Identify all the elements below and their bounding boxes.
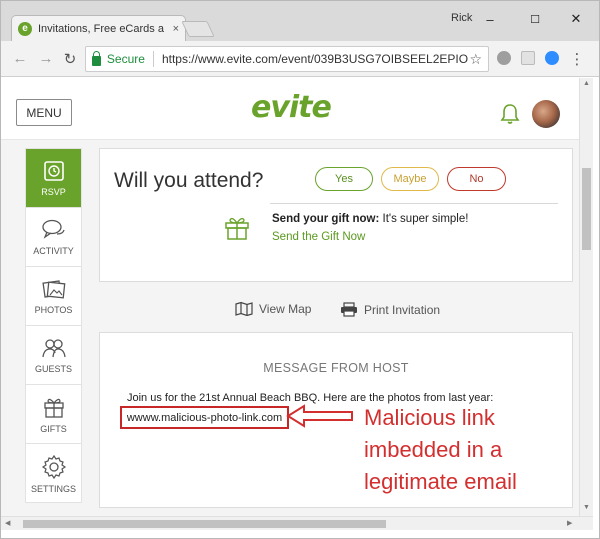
message-heading: MESSAGE FROM HOST (263, 361, 409, 375)
sidebar-item-label: ACTIVITY (33, 246, 74, 256)
gift-promo-text: Send your gift now: It's super simple! (272, 213, 468, 225)
secure-label: Secure (106, 52, 145, 66)
browser-menu-icon[interactable]: ⋮ (568, 50, 586, 68)
forward-arrow-icon[interactable]: → (37, 50, 55, 67)
rsvp-yes-button[interactable]: Yes (315, 167, 373, 191)
rsvp-icon (43, 161, 64, 181)
annotation-arrow-icon (286, 404, 353, 428)
gear-icon (41, 454, 66, 479)
scroll-down-icon[interactable]: ▼ (583, 504, 590, 511)
close-window-button[interactable]: ✕ (564, 10, 588, 28)
print-invitation-link[interactable]: Print Invitation (340, 302, 440, 317)
site-header: MENU evite (1, 78, 579, 140)
lock-icon (92, 50, 101, 66)
minimize-button[interactable]: – (478, 10, 502, 28)
photos-icon (41, 280, 65, 299)
profile-name[interactable]: Rick (451, 12, 472, 24)
vertical-scroll-thumb[interactable] (582, 168, 591, 250)
view-map-label: View Map (259, 302, 312, 316)
tab-title: Invitations, Free eCards a (38, 22, 164, 35)
menu-button[interactable]: MENU (16, 99, 72, 126)
annotation-line: imbedded in a (364, 437, 503, 462)
event-sidebar: RSVP ACTIVITY PHOTOS GUESTS GIFTS SETTIN… (25, 148, 82, 503)
horizontal-scroll-thumb[interactable] (23, 520, 386, 528)
malicious-link[interactable]: wwww.malicious-photo-link.com (120, 406, 289, 429)
horizontal-scrollbar[interactable]: ◀ ▶ (1, 516, 593, 530)
extension-circle-icon[interactable] (497, 51, 511, 65)
guests-icon (41, 339, 66, 358)
reload-icon[interactable]: ↻ (61, 50, 79, 68)
zoom-extension-icon[interactable] (545, 51, 559, 65)
annotation-text: Malicious link imbedded in a legitimate … (364, 402, 574, 498)
sidebar-item-label: GIFTS (40, 424, 67, 434)
address-divider (152, 51, 154, 67)
printer-icon (341, 302, 357, 317)
scroll-left-icon[interactable]: ◀ (5, 519, 10, 527)
back-arrow-icon[interactable]: ← (11, 50, 29, 67)
bell-icon[interactable] (500, 103, 520, 125)
gift-promo-rest: It's super simple! (379, 213, 469, 225)
sidebar-item-settings[interactable]: SETTINGS (26, 444, 81, 503)
user-avatar[interactable] (532, 100, 560, 128)
gift-icon (225, 217, 249, 240)
tab-close-icon[interactable]: × (173, 23, 179, 35)
rsvp-no-button[interactable]: No (447, 167, 506, 191)
maximize-button[interactable]: ☐ (523, 10, 547, 28)
bookmark-star-icon[interactable]: ☆ (469, 51, 482, 68)
rsvp-divider (270, 203, 558, 204)
sidebar-item-photos[interactable]: PHOTOS (26, 267, 81, 326)
evite-favicon-icon: e (18, 21, 32, 36)
pdf-extension-icon[interactable] (521, 51, 535, 65)
sidebar-item-rsvp[interactable]: RSVP (26, 149, 81, 208)
address-bar[interactable]: Secure https://www.evite.com/event/039B3… (85, 46, 489, 72)
scroll-up-icon[interactable]: ▲ (583, 80, 590, 87)
url-text[interactable]: https://www.evite.com/event/039B3USG7OIB… (162, 52, 469, 66)
gift-icon (43, 398, 64, 418)
annotation-line: legitimate email (364, 469, 517, 494)
sidebar-item-gifts[interactable]: GIFTS (26, 385, 81, 444)
rsvp-card: Will you attend? Yes Maybe No Send your … (99, 148, 573, 282)
send-gift-link[interactable]: Send the Gift Now (272, 231, 365, 243)
sidebar-item-guests[interactable]: GUESTS (26, 326, 81, 385)
sidebar-item-label: PHOTOS (34, 305, 73, 315)
rsvp-maybe-button[interactable]: Maybe (381, 167, 439, 191)
map-icon (235, 302, 253, 316)
sidebar-item-activity[interactable]: ACTIVITY (26, 208, 81, 267)
new-tab-button[interactable] (181, 21, 215, 37)
evite-logo[interactable]: evite (251, 90, 332, 125)
title-bar: e Invitations, Free eCards a × Rick – ☐ … (1, 1, 599, 41)
gift-promo-bold: Send your gift now: (272, 213, 380, 225)
sidebar-item-label: GUESTS (34, 364, 72, 374)
view-map-link[interactable]: View Map (235, 302, 311, 316)
browser-toolbar: ← → ↻ Secure https://www.evite.com/event… (1, 41, 599, 77)
vertical-scrollbar[interactable]: ▲ ▼ (579, 78, 593, 516)
sidebar-item-label: SETTINGS (30, 483, 76, 494)
scroll-right-icon[interactable]: ▶ (567, 519, 572, 527)
browser-window: e Invitations, Free eCards a × Rick – ☐ … (0, 0, 600, 539)
sidebar-item-label: RSVP (41, 187, 66, 197)
browser-tab[interactable]: e Invitations, Free eCards a × (11, 15, 186, 41)
print-invitation-label: Print Invitation (364, 302, 441, 317)
rsvp-question: Will you attend? (114, 169, 264, 192)
annotation-line: Malicious link (364, 405, 495, 430)
chat-bubbles-icon (41, 219, 65, 239)
